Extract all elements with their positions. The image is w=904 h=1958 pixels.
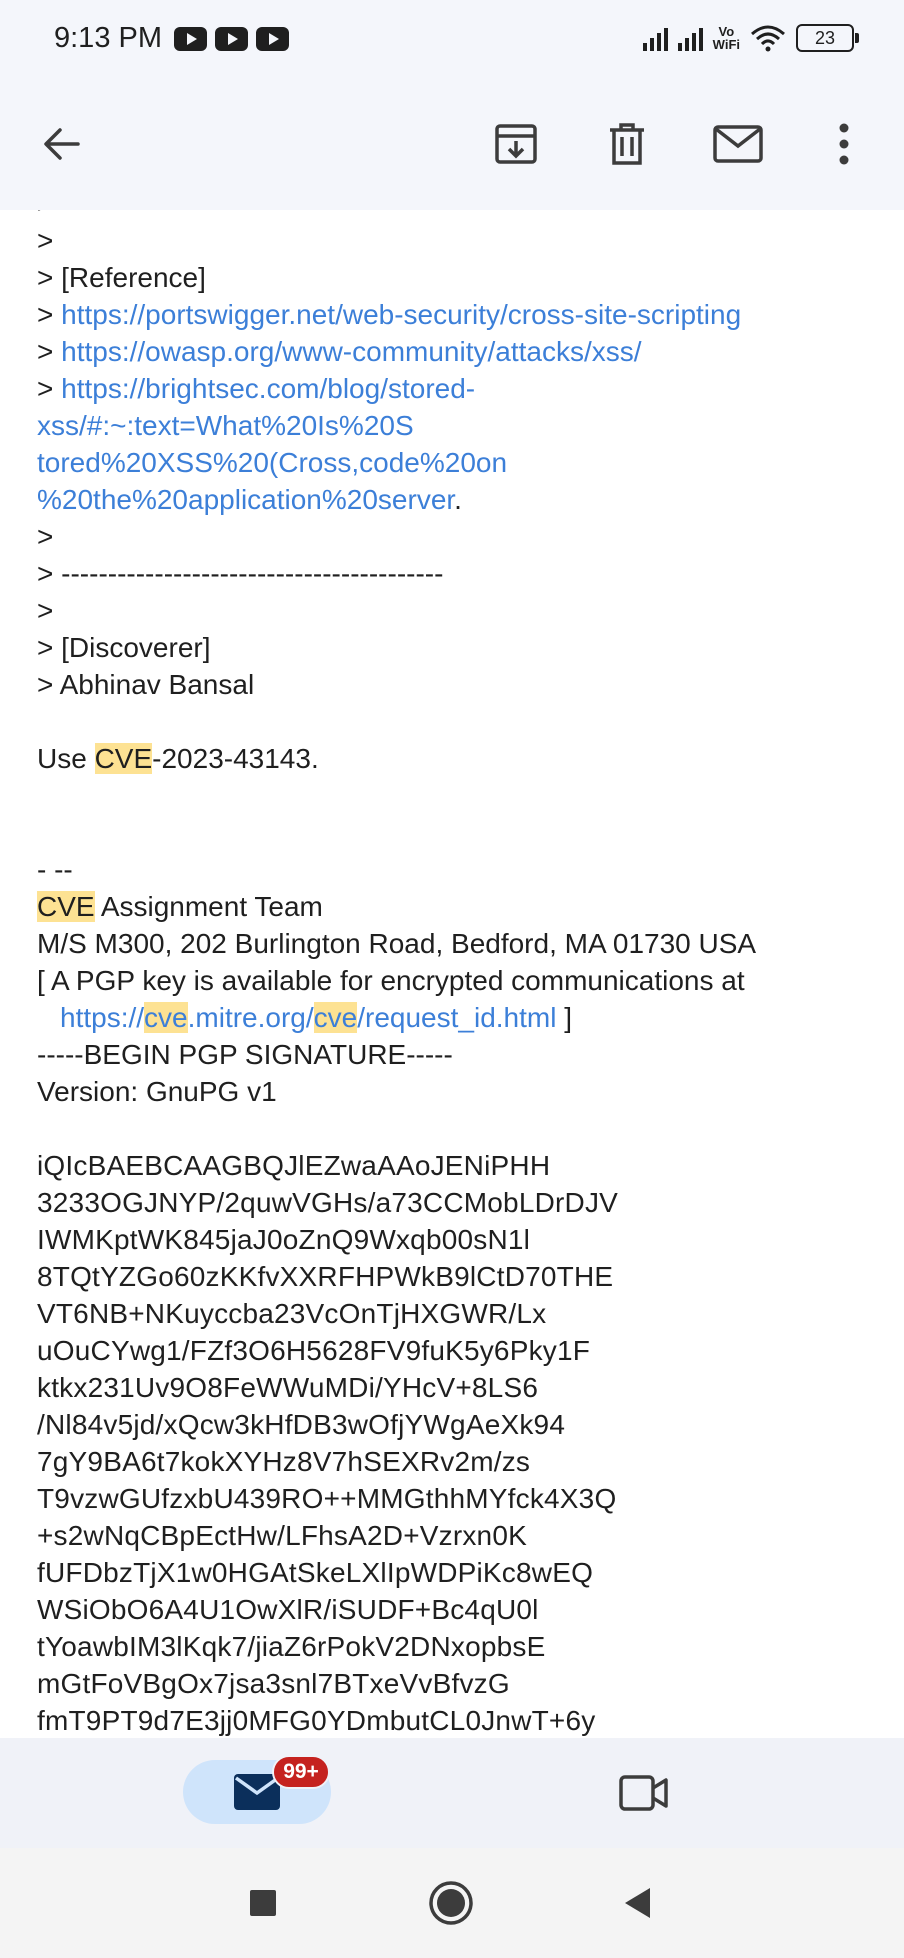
video-camera-icon (619, 1775, 668, 1811)
quoted-line: > (37, 595, 54, 626)
archive-icon (495, 124, 537, 164)
quoted-line: > --------------------------------------… (37, 558, 444, 589)
recents-button[interactable] (236, 1876, 290, 1930)
quoted-line: tored%20XSS%20(Cross,code%20on (37, 444, 507, 481)
reference-link[interactable]: https://brightsec.com/blog/stored- (61, 373, 475, 404)
signature-line: mGtFoVBgOx7jsa3snl7BTxeVvBfvzG (37, 1668, 510, 1699)
back-button[interactable] (26, 108, 98, 180)
more-vert-icon (839, 123, 849, 165)
address-line: M/S M300, 202 Burlington Road, Bedford, … (37, 928, 757, 959)
signature-line: WSiObO6A4U1OwXlR/iSUDF+Bc4qU0l (37, 1594, 539, 1625)
signature-line: fUFDbzTjX1w0HGAtSkeLXlIpWDPiKc8wEQ (37, 1557, 594, 1588)
youtube-icon (256, 27, 289, 51)
signature-line: 3233OGJNYP/2quwVGHs/a73CCMobLDrDJV (37, 1187, 619, 1218)
signature-line: 7gY9BA6t7kokXYHz8V7hSEXRv2m/zs (37, 1446, 531, 1477)
signature-separator: - -- (37, 854, 73, 885)
archive-button[interactable] (480, 108, 552, 180)
quoted-line: %20the%20application%20server. (37, 484, 462, 515)
meet-tab[interactable] (612, 1768, 676, 1818)
quoted-line: > Abhinav Bansal (37, 669, 255, 700)
back-triangle-icon (625, 1888, 650, 1918)
signature-line: fmT9PT9d7E3jj0MFG0YDmbutCL0JnwT+6y (37, 1705, 596, 1736)
delete-icon (610, 123, 644, 165)
signature-line: VT6NB+NKuyccba23VcOnTjHXGWR/Lx (37, 1298, 547, 1329)
signature-line: IWMKptWK845jaJ0oZnQ9Wxqb00sN1l (37, 1224, 531, 1255)
signal-icon (642, 25, 668, 51)
back-arrow-icon (44, 128, 80, 160)
pgp-version: Version: GnuPG v1 (37, 1076, 277, 1107)
status-bar: 9:13 PM Vo WiFi 23 (0, 0, 904, 80)
signature-line: uOuCYwg1/FZf3O6H5628FV9fuK5y6Pky1F (37, 1335, 591, 1366)
system-back-button[interactable] (610, 1876, 664, 1930)
home-circle-icon (429, 1881, 473, 1925)
vowifi-icon: Vo WiFi (712, 24, 740, 52)
reference-link[interactable]: tored%20XSS%20(Cross,code%20on (37, 447, 507, 478)
more-options-button[interactable] (808, 108, 880, 180)
quoted-line: > (37, 225, 54, 256)
reference-link[interactable]: %20the%20application%20server (37, 484, 454, 515)
mark-unread-button[interactable] (702, 108, 774, 180)
pgp-link-line: https://cve.mitre.org/cve/request_id.htm… (60, 1002, 573, 1033)
reference-link[interactable]: https://portswigger.net/web-security/cro… (61, 299, 741, 330)
signal-icon (677, 25, 703, 51)
quoted-line: > https://owasp.org/www-community/attack… (37, 336, 642, 367)
reference-link[interactable]: https://owasp.org/www-community/attacks/… (61, 336, 641, 367)
status-time: 9:13 PM (54, 22, 162, 54)
quoted-line: > [Reference] (37, 262, 206, 293)
quoted-line: > (37, 521, 54, 552)
battery-indicator: 23 (796, 24, 859, 52)
pgp-request-link[interactable]: https://cve.mitre.org/cve/request_id.htm… (60, 1002, 556, 1033)
quoted-line: > https://portswigger.net/web-security/c… (37, 299, 742, 330)
bottom-navigation: 99+ (0, 1738, 904, 1848)
team-name: CVE Assignment Team (37, 891, 323, 922)
quoted-line: xss/#:~:text=What%20Is%20S (37, 407, 414, 444)
reference-link[interactable]: xss/#:~:text=What%20Is%20S (37, 410, 414, 441)
delete-button[interactable] (591, 108, 663, 180)
quoted-line: > [Discoverer] (37, 632, 211, 663)
signature-line: 8TQtYZGo60zKKfvXXRFHPWkB9lCtD70THE (37, 1261, 614, 1292)
wifi-icon (751, 25, 785, 52)
signature-line: ktkx231Uv9O8FeWWuMDi/YHcV+8LS6 (37, 1372, 539, 1403)
quoted-line: > --------------------------------------… (37, 210, 443, 222)
cve-id-line: Use CVE-2023-43143. (37, 743, 319, 774)
home-button[interactable] (424, 1876, 478, 1930)
email-toolbar (0, 80, 904, 210)
notification-icons (174, 27, 289, 51)
signature-line: tYoawbIM3lKqk7/jiaZ6rPokV2DNxopbsE (37, 1631, 546, 1662)
youtube-icon (215, 27, 248, 51)
signature-line: T9vzwGUfzxbU439RO++MMGthhMYfck4X3Q (37, 1483, 617, 1514)
youtube-icon (174, 27, 207, 51)
signature-line: iQIcBAEBCAAGBQJlEZwaAAoJENiPHH (37, 1150, 551, 1181)
search-highlight: CVE (94, 743, 153, 774)
signature-line: /Nl84v5jd/xQcw3kHfDB3wOfjYWgAeXk94 (37, 1409, 566, 1440)
status-indicators: Vo WiFi 23 (642, 24, 859, 52)
search-highlight: CVE (37, 891, 95, 922)
pgp-note: [ A PGP key is available for encrypted c… (37, 965, 745, 996)
mark-unread-icon (713, 125, 763, 163)
quoted-line: > https://brightsec.com/blog/stored- (37, 373, 476, 404)
recents-square-icon (250, 1890, 276, 1916)
email-content[interactable]: > --------------------------------------… (0, 210, 904, 1738)
signature-line: +s2wNqCBpEctHw/LFhsA2D+Vzrxn0K (37, 1520, 527, 1551)
unread-count-badge: 99+ (272, 1755, 330, 1789)
system-navigation (0, 1848, 904, 1958)
pgp-begin: -----BEGIN PGP SIGNATURE----- (37, 1039, 453, 1070)
